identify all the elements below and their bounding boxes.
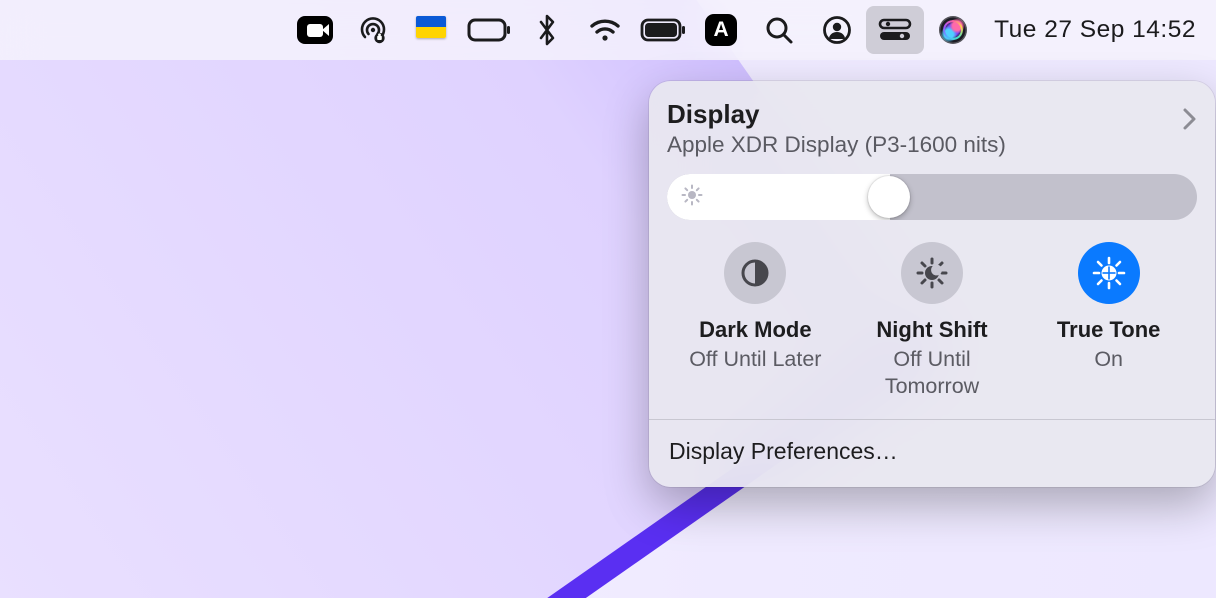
siri-icon[interactable] [924,6,982,54]
night-shift-status: Off Until Tomorrow [844,346,1021,402]
display-toggles: Dark Mode Off Until Later Night Shift Of… [667,242,1197,401]
true-tone-icon [1078,242,1140,304]
airdrop-icon[interactable] [344,6,402,54]
menu-bar: A Tue 27 Sep 14:52 [0,0,1216,60]
dark-mode-toggle[interactable]: Dark Mode Off Until Later [667,242,844,401]
true-tone-label: True Tone [1057,316,1161,344]
bluetooth-icon[interactable] [518,6,576,54]
night-shift-toggle[interactable]: Night Shift Off Until Tomorrow [844,242,1021,401]
true-tone-toggle[interactable]: True Tone On [1020,242,1197,401]
user-account-icon[interactable] [808,6,866,54]
brightness-low-icon [681,184,703,211]
night-shift-icon [901,242,963,304]
spotlight-icon[interactable] [750,6,808,54]
brightness-slider-thumb[interactable] [868,176,910,218]
wifi-icon[interactable] [576,6,634,54]
menubar-clock[interactable]: Tue 27 Sep 14:52 [982,16,1196,44]
brightness-slider[interactable] [667,174,1197,220]
chevron-right-icon[interactable] [1181,107,1197,136]
true-tone-status: On [1094,346,1123,374]
popover-subtitle: Apple XDR Display (P3-1600 nits) [667,132,1006,158]
display-popover: Display Apple XDR Display (P3-1600 nits) [649,81,1215,487]
ukraine-flag-icon[interactable] [402,6,460,54]
facetime-icon[interactable] [286,6,344,54]
popover-title: Display [667,99,1006,130]
keyboard-layout-icon[interactable]: A [692,6,750,54]
control-center-icon[interactable] [866,6,924,54]
dark-mode-status: Off Until Later [689,346,821,374]
night-shift-label: Night Shift [876,316,987,344]
battery-full-icon[interactable] [634,6,692,54]
dark-mode-label: Dark Mode [699,316,811,344]
battery-outline-icon[interactable] [460,6,518,54]
display-preferences-link[interactable]: Display Preferences… [667,420,1197,487]
dark-mode-icon [724,242,786,304]
